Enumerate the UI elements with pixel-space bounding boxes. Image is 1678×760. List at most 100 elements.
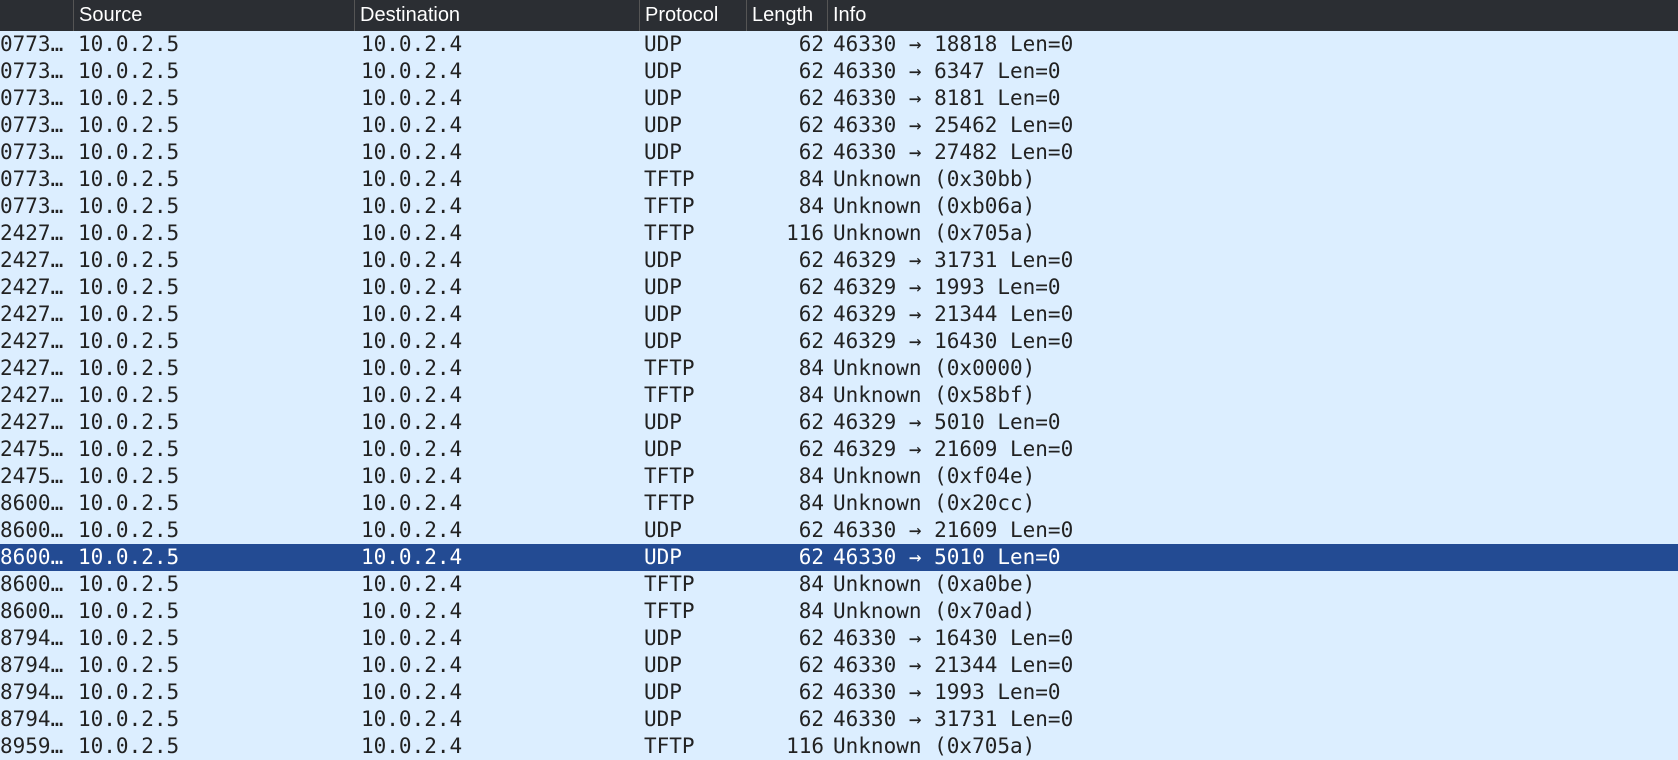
packet-row[interactable]: 8794… 10.0.2.5 10.0.2.4 UDP 62 46330 → 1993 L… [0,679,1678,706]
length-cell: 116 [786,221,824,245]
source-cell: 10.0.2.5 [78,86,180,110]
info-cell: Unknown (0xf04e) [833,464,1036,488]
destination-cell: 10.0.2.4 [361,680,463,704]
destination-cell: 10.0.2.4 [361,518,463,542]
source-cell: 10.0.2.5 [78,194,180,218]
length-cell: 62 [798,437,824,461]
protocol-cell: UDP [644,680,682,704]
protocol-cell: TFTP [644,734,695,758]
source-cell: 10.0.2.5 [78,275,180,299]
length-cell: 62 [798,86,824,110]
destination-cell: 10.0.2.4 [361,194,463,218]
source-cell: 10.0.2.5 [78,383,180,407]
packet-row[interactable]: 8794… 10.0.2.5 10.0.2.4 UDP 62 46330 → 16430 … [0,625,1678,652]
packet-row[interactable]: 2475… 10.0.2.5 10.0.2.4 UDP 62 46329 → 21609 … [0,436,1678,463]
packet-row[interactable]: 2427… 10.0.2.5 10.0.2.4 UDP 62 46329 → 1993 L… [0,274,1678,301]
destination-cell: 10.0.2.4 [361,59,463,83]
packet-row[interactable]: 0773… 10.0.2.5 10.0.2.4 UDP 62 46330 → 25462 … [0,112,1678,139]
info-cell: Unknown (0xb06a) [833,194,1036,218]
destination-cell: 10.0.2.4 [361,410,463,434]
packet-row[interactable]: 2475… 10.0.2.5 10.0.2.4 TFTP 84 Unknown (0xf0… [0,463,1678,490]
time-cell: 8794… [0,626,64,650]
info-cell: 46330 → 5010 Len=0 [833,545,1061,569]
source-cell: 10.0.2.5 [78,356,180,380]
info-cell: 46330 → 1993 Len=0 [833,680,1061,704]
packet-row[interactable]: 2427… 10.0.2.5 10.0.2.4 UDP 62 46329 → 5010 L… [0,409,1678,436]
info-cell: 46329 → 31731 Len=0 [833,248,1074,272]
packet-row[interactable]: 2427… 10.0.2.5 10.0.2.4 UDP 62 46329 → 31731 … [0,247,1678,274]
info-cell: Unknown (0x705a) [833,734,1036,758]
destination-cell: 10.0.2.4 [361,653,463,677]
time-cell: 2427… [0,329,64,353]
packet-row[interactable]: 2427… 10.0.2.5 10.0.2.4 TFTP 84 Unknown (0x58… [0,382,1678,409]
column-header-protocol[interactable]: Protocol [639,0,746,31]
packet-row[interactable]: 8600… 10.0.2.5 10.0.2.4 TFTP 84 Unknown (0xa0… [0,571,1678,598]
protocol-cell: UDP [644,329,682,353]
source-cell: 10.0.2.5 [78,221,180,245]
packet-row[interactable]: 8959… 10.0.2.5 10.0.2.4 TFTP 116 Unknown (0x7… [0,733,1678,760]
packet-row[interactable]: 2427… 10.0.2.5 10.0.2.4 UDP 62 46329 → 21344 … [0,301,1678,328]
column-header-time[interactable] [0,0,73,31]
source-cell: 10.0.2.5 [78,545,180,569]
time-cell: 8794… [0,653,64,677]
source-cell: 10.0.2.5 [78,140,180,164]
packet-row[interactable]: 8794… 10.0.2.5 10.0.2.4 UDP 62 46330 → 21344 … [0,652,1678,679]
length-cell: 84 [798,383,824,407]
packet-row[interactable]: 0773… 10.0.2.5 10.0.2.4 UDP 62 46330 → 18818 … [0,31,1678,58]
source-cell: 10.0.2.5 [78,464,180,488]
packet-row[interactable]: 0773… 10.0.2.5 10.0.2.4 UDP 62 46330 → 6347 L… [0,58,1678,85]
protocol-cell: TFTP [644,464,695,488]
info-cell: 46330 → 21344 Len=0 [833,653,1074,677]
destination-cell: 10.0.2.4 [361,167,463,191]
source-cell: 10.0.2.5 [78,167,180,191]
column-header-info[interactable]: Info [827,0,1678,31]
destination-cell: 10.0.2.4 [361,329,463,353]
info-cell: 46330 → 8181 Len=0 [833,86,1061,110]
protocol-cell: UDP [644,437,682,461]
length-cell: 62 [798,707,824,731]
time-cell: 0773… [0,167,64,191]
packet-row[interactable]: 8600… 10.0.2.5 10.0.2.4 TFTP 84 Unknown (0x20… [0,490,1678,517]
time-cell: 2475… [0,437,64,461]
packet-row[interactable]: 8600… 10.0.2.5 10.0.2.4 TFTP 84 Unknown (0x70… [0,598,1678,625]
destination-cell: 10.0.2.4 [361,86,463,110]
destination-cell: 10.0.2.4 [361,437,463,461]
protocol-cell: UDP [644,140,682,164]
info-cell: Unknown (0x705a) [833,221,1036,245]
info-cell: 46329 → 1993 Len=0 [833,275,1061,299]
length-cell: 62 [798,545,824,569]
packet-row[interactable]: 2427… 10.0.2.5 10.0.2.4 UDP 62 46329 → 16430 … [0,328,1678,355]
source-cell: 10.0.2.5 [78,302,180,326]
info-cell: 46329 → 16430 Len=0 [833,329,1074,353]
info-cell: 46330 → 21609 Len=0 [833,518,1074,542]
packet-row[interactable]: 2427… 10.0.2.5 10.0.2.4 TFTP 84 Unknown (0x00… [0,355,1678,382]
length-cell: 84 [798,599,824,623]
column-header-source[interactable]: Source [73,0,354,31]
packet-row[interactable]: 8794… 10.0.2.5 10.0.2.4 UDP 62 46330 → 31731 … [0,706,1678,733]
packet-row[interactable]: 8600… 10.0.2.5 10.0.2.4 UDP 62 46330 → 21609 … [0,517,1678,544]
time-cell: 2427… [0,383,64,407]
packet-row[interactable]: 0773… 10.0.2.5 10.0.2.4 UDP 62 46330 → 8181 L… [0,85,1678,112]
packet-row[interactable]: 0773… 10.0.2.5 10.0.2.4 TFTP 84 Unknown (0xb0… [0,193,1678,220]
packet-row[interactable]: 0773… 10.0.2.5 10.0.2.4 UDP 62 46330 → 27482 … [0,139,1678,166]
time-cell: 8959… [0,734,64,758]
column-header-destination[interactable]: Destination [354,0,639,31]
time-cell: 8600… [0,599,64,623]
protocol-cell: TFTP [644,491,695,515]
packet-row[interactable]: 2427… 10.0.2.5 10.0.2.4 TFTP 116 Unknown (0x7… [0,220,1678,247]
packet-row[interactable]: 8600… 10.0.2.5 10.0.2.4 UDP 62 46330 → 5010 L… [0,544,1678,571]
protocol-cell: TFTP [644,599,695,623]
column-header-length[interactable]: Length [746,0,827,31]
time-cell: 8600… [0,518,64,542]
packet-row[interactable]: 0773… 10.0.2.5 10.0.2.4 TFTP 84 Unknown (0x30… [0,166,1678,193]
length-cell: 62 [798,680,824,704]
length-cell: 62 [798,329,824,353]
info-cell: 46330 → 27482 Len=0 [833,140,1074,164]
source-cell: 10.0.2.5 [78,59,180,83]
source-cell: 10.0.2.5 [78,329,180,353]
time-cell: 2427… [0,248,64,272]
length-cell: 62 [798,275,824,299]
protocol-cell: TFTP [644,572,695,596]
destination-cell: 10.0.2.4 [361,626,463,650]
source-cell: 10.0.2.5 [78,626,180,650]
